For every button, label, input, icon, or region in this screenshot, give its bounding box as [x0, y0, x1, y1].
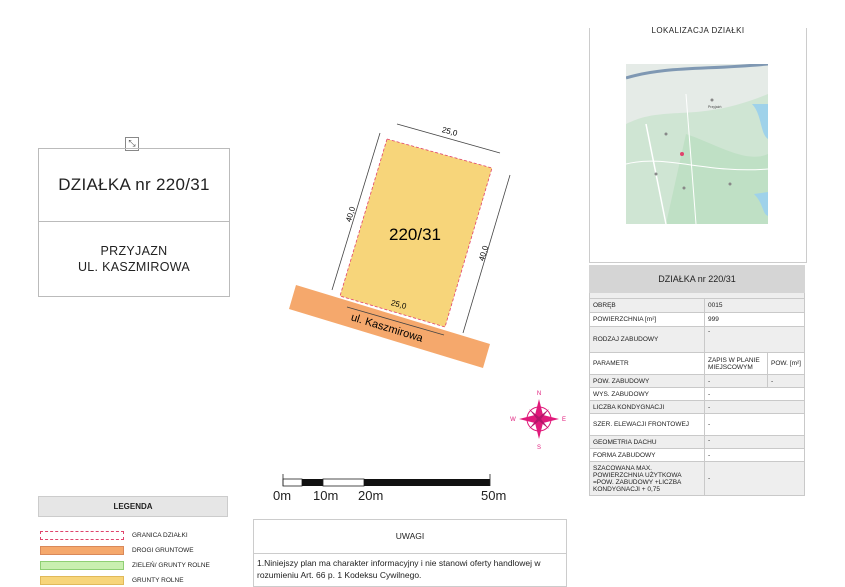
- map-place-label: Przyjaźń: [708, 105, 721, 109]
- legend-label: DROGI GRUNTOWE: [132, 547, 194, 554]
- param-col2: POW. [m²]: [767, 352, 805, 375]
- param-label: GEOMETRIA DACHU: [589, 435, 705, 449]
- plot-label: 220/31: [389, 225, 441, 244]
- scale-label-50: 50m: [481, 488, 507, 503]
- compass-s: S: [537, 445, 541, 451]
- notes-text: 1.Niniejszy plan ma charakter informacyj…: [257, 558, 541, 580]
- plot-info-table: DZIAŁKA nr 220/31 OBRĘB 0015 POWIERZCHNIA…: [589, 265, 805, 496]
- legend-swatch-green: [40, 561, 124, 570]
- info-label: RODZAJ ZABUDOWY: [589, 326, 705, 353]
- scale-bar: [282, 474, 491, 487]
- map-title: LOKALIZACJA DZIAŁKI: [651, 26, 745, 35]
- param-label: LICZBA KONDYGNACJI: [589, 400, 705, 414]
- info-label: OBRĘB: [589, 298, 705, 313]
- param-value: -: [704, 413, 805, 436]
- legend-label: GRUNTY ROLNE: [132, 577, 184, 584]
- param-value: -: [704, 400, 805, 414]
- dim-left: 40,0: [344, 205, 357, 223]
- info-header: DZIAŁKA nr 220/31: [589, 265, 805, 293]
- scale-label-0: 0m: [273, 488, 292, 503]
- legend-swatch-boundary: [40, 531, 124, 540]
- dim-right: 40,0: [477, 244, 490, 262]
- scale-label-10: 10m: [313, 488, 339, 503]
- compass-rose: [519, 399, 559, 439]
- info-value: -: [704, 326, 805, 353]
- param-value2: -: [767, 374, 805, 388]
- info-value: 999: [704, 312, 805, 327]
- param-col1: ZAPIS W PLANIE MIEJSCOWYM: [704, 352, 768, 375]
- legend-swatch-agri: [40, 576, 124, 585]
- scale-label-20: 20m: [358, 488, 384, 503]
- legend-title: LEGENDA: [38, 496, 228, 517]
- compass-n: N: [537, 391, 541, 397]
- legend-item: ZIELEŃ/ GRUNTY ROLNE: [38, 559, 228, 572]
- legend-swatch-road: [40, 546, 124, 555]
- param-value: -: [704, 374, 768, 388]
- param-label: POW. ZABUDOWY: [589, 374, 705, 388]
- compass-e: E: [562, 417, 566, 423]
- legend-item: GRANICA DZIAŁKI: [38, 529, 228, 542]
- param-label: SZER. ELEWACJI FRONTOWEJ: [589, 413, 705, 436]
- legend-label: ZIELEŃ/ GRUNTY ROLNE: [132, 562, 210, 569]
- param-label: FORMA ZABUDOWY: [589, 448, 705, 462]
- legend-item: DROGI GRUNTOWE: [38, 544, 228, 557]
- dim-top: 25,0: [441, 125, 459, 138]
- notes-panel: UWAGI 1.Niniejszy plan ma charakter info…: [253, 519, 567, 587]
- param-label: SZACOWANA MAX. POWIERZCHNIA UŻYTKOWA =PO…: [589, 461, 705, 496]
- legend-label: GRANICA DZIAŁKI: [132, 532, 188, 539]
- param-header: PARAMETR: [589, 352, 705, 375]
- legend-item: GRUNTY ROLNE: [38, 574, 228, 587]
- legend: LEGENDA GRANICA DZIAŁKI DROGI GRUNTOWE Z…: [38, 496, 228, 587]
- compass-w: W: [510, 417, 516, 423]
- param-value: -: [704, 448, 805, 462]
- notes-title: UWAGI: [254, 520, 566, 554]
- param-value: -: [704, 387, 805, 401]
- location-map-panel: LOKALIZACJA DZIAŁKI Przyjaźń: [589, 26, 807, 263]
- info-label: POWIERZCHNIA [m²]: [589, 312, 705, 327]
- param-value: -: [704, 435, 805, 449]
- param-value: -: [704, 461, 805, 496]
- location-map[interactable]: Przyjaźń: [626, 64, 768, 224]
- info-value: 0015: [704, 298, 805, 313]
- param-label: WYS. ZABUDOWY: [589, 387, 705, 401]
